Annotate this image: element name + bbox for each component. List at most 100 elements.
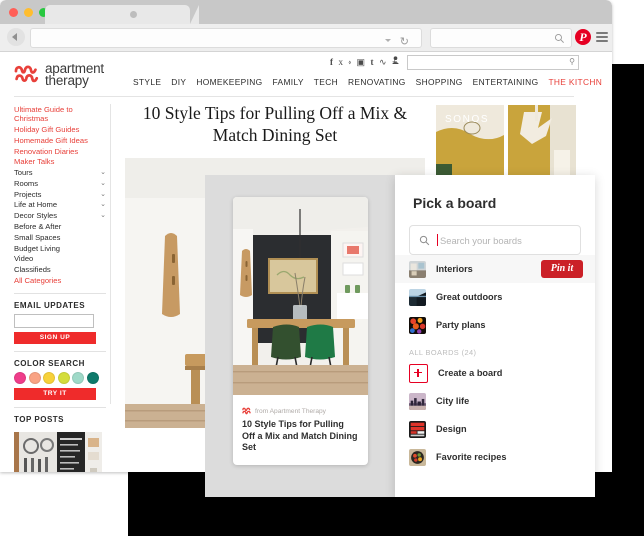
browser-tab[interactable] bbox=[45, 5, 199, 24]
sidebar-divider-1 bbox=[14, 293, 106, 295]
nav-item-family[interactable]: FAMILY bbox=[273, 77, 304, 87]
url-input[interactable]: ↻ bbox=[30, 28, 422, 48]
board-name: Create a board bbox=[438, 368, 503, 378]
color-swatch[interactable] bbox=[72, 372, 84, 385]
sidebar-item-classifieds[interactable]: Classifieds bbox=[14, 265, 106, 276]
board-search-input[interactable]: Search your boards bbox=[409, 225, 581, 255]
nav-item-style[interactable]: STYLE bbox=[133, 77, 161, 87]
color-swatch[interactable] bbox=[86, 372, 99, 385]
site-header: apartment therapy f x ⬫ ▣ t ∿ + ⚲ STYLE … bbox=[0, 52, 612, 97]
pin-preview-card[interactable]: from Apartment Therapy 10 Style Tips for… bbox=[233, 197, 368, 465]
nav-item-homekeeping[interactable]: HOMEKEEPING bbox=[196, 77, 262, 87]
sidebar-item-holiday-gift-guides[interactable]: Holiday Gift Guides bbox=[14, 124, 106, 135]
sidebar-item-label: Budget Living bbox=[14, 243, 61, 253]
sidebar-item-label: Before & After bbox=[14, 222, 62, 231]
instagram-icon[interactable]: ▣ bbox=[357, 57, 366, 67]
facebook-icon[interactable]: f bbox=[330, 57, 333, 67]
sidebar-item-renovation-diaries[interactable]: Renovation Diaries bbox=[14, 146, 106, 157]
search-icon bbox=[554, 33, 564, 43]
chevron-down-icon: ⌄ bbox=[100, 169, 106, 177]
sidebar-item-homemade-gift-ideas[interactable]: Homemade Gift Ideas bbox=[14, 135, 106, 146]
color-search-heading: COLOR SEARCH bbox=[14, 359, 85, 369]
board-thumbnail-favorite-recipes bbox=[409, 448, 426, 466]
top-post-thumbnail[interactable] bbox=[14, 432, 102, 472]
sidebar-item-label: Maker Talks bbox=[14, 157, 55, 167]
email-field[interactable] bbox=[14, 314, 94, 329]
reload-icon[interactable]: ↻ bbox=[400, 34, 409, 50]
color-swatch-row[interactable] bbox=[14, 372, 106, 385]
background-shadow-bottom bbox=[128, 497, 644, 536]
board-row-design[interactable]: Design bbox=[395, 415, 595, 443]
sidebar-item-label: Classifieds bbox=[14, 265, 51, 275]
top-posts-heading: TOP POSTS bbox=[14, 415, 64, 425]
sidebar-item-label: Holiday Gift Guides bbox=[14, 124, 80, 134]
back-arrow-icon[interactable] bbox=[7, 28, 25, 46]
nav-item-renovating[interactable]: RENOVATING bbox=[348, 77, 406, 87]
board-thumbnail-interiors bbox=[409, 260, 426, 278]
color-swatch[interactable] bbox=[28, 372, 41, 385]
tumblr-icon[interactable]: t bbox=[371, 57, 374, 67]
sidebar-item-projects[interactable]: ⌄ Projects bbox=[14, 189, 106, 200]
color-swatch[interactable] bbox=[14, 372, 26, 385]
sidebar-item-tours[interactable]: ⌄ Tours bbox=[14, 168, 106, 179]
board-row-great-outdoors[interactable]: Great outdoors bbox=[395, 283, 595, 311]
sidebar-divider-3 bbox=[14, 407, 106, 409]
board-search-placeholder: Search your boards bbox=[440, 234, 522, 246]
twitter-icon[interactable]: ⬫ bbox=[349, 57, 352, 67]
apartment-therapy-logo[interactable]: apartment therapy bbox=[14, 62, 104, 88]
rss-icon[interactable]: ∿ bbox=[379, 57, 387, 67]
pin-source-label: from Apartment Therapy bbox=[255, 407, 326, 415]
sidebar-item-rooms[interactable]: ⌄ Rooms bbox=[14, 178, 106, 189]
minimize-window-button[interactable] bbox=[24, 8, 33, 17]
tryit-button[interactable]: TRY IT bbox=[14, 388, 96, 401]
color-swatch[interactable] bbox=[57, 372, 70, 385]
board-row-interiors[interactable]: Interiors Pin it bbox=[395, 255, 595, 283]
article-headline: 10 Style Tips for Pulling Off a Mix & Ma… bbox=[142, 103, 408, 145]
board-name: Design bbox=[436, 424, 467, 434]
pinterest-button-label: P bbox=[579, 30, 587, 44]
signup-button[interactable]: SIGN UP bbox=[14, 332, 96, 345]
nav-item-tech[interactable]: TECH bbox=[314, 77, 338, 87]
chevron-down-icon[interactable] bbox=[385, 39, 391, 42]
board-name: Interiors bbox=[436, 264, 473, 274]
nav-item-diy[interactable]: DIY bbox=[171, 77, 186, 87]
board-name: City life bbox=[436, 396, 470, 406]
color-swatch[interactable] bbox=[43, 372, 55, 385]
pin-it-button[interactable]: Pin it bbox=[541, 260, 583, 278]
sidebar-item-all-categories[interactable]: All Categories bbox=[14, 275, 106, 286]
sidebar-item-budget-living[interactable]: Budget Living bbox=[14, 243, 106, 254]
board-row-city-life[interactable]: City life bbox=[395, 387, 595, 415]
board-row-create-a-board[interactable]: Create a board bbox=[395, 359, 595, 387]
nav-item-shopping[interactable]: SHOPPING bbox=[416, 77, 463, 87]
user-account-icon[interactable] bbox=[392, 56, 399, 65]
hamburger-menu-icon[interactable] bbox=[596, 32, 608, 45]
sidebar-item-small-spaces[interactable]: Small Spaces bbox=[14, 232, 106, 243]
pinterest-browser-button[interactable]: P bbox=[575, 29, 591, 45]
chevron-down-icon: ⌄ bbox=[100, 179, 106, 187]
window-controls[interactable] bbox=[9, 8, 48, 17]
close-window-button[interactable] bbox=[9, 8, 18, 17]
board-name: Great outdoors bbox=[436, 292, 503, 302]
nav-item-the-kitchn[interactable]: THE KITCHN bbox=[548, 77, 602, 87]
sidebar-item-maker-talks[interactable]: Maker Talks bbox=[14, 157, 106, 168]
sidebar-item-video[interactable]: Video bbox=[14, 254, 106, 265]
sidebar-item-decor-styles[interactable]: ⌄ Decor Styles bbox=[14, 211, 106, 222]
browser-search-input[interactable] bbox=[430, 28, 572, 48]
chevron-down-icon: ⌄ bbox=[100, 212, 106, 220]
board-row-favorite-recipes[interactable]: Favorite recipes bbox=[395, 443, 595, 471]
social-links[interactable]: f x ⬫ ▣ t ∿ + bbox=[330, 57, 397, 67]
board-row-party-plans[interactable]: Party plans bbox=[395, 311, 595, 339]
pinterest-icon[interactable]: x bbox=[339, 57, 344, 67]
nav-item-entertaining[interactable]: ENTERTAINING bbox=[473, 77, 539, 87]
board-name: Party plans bbox=[436, 320, 486, 330]
pin-source-row: from Apartment Therapy bbox=[242, 407, 359, 415]
browser-toolbar: ↻ P bbox=[0, 24, 612, 52]
search-icon: ⚲ bbox=[569, 57, 575, 66]
sidebar-item-life-at-home[interactable]: ⌄ Life at Home bbox=[14, 200, 106, 211]
site-search-input[interactable]: ⚲ bbox=[407, 55, 579, 70]
sidebar: Ultimate Guide to Christmas Holiday Gift… bbox=[14, 104, 106, 472]
sidebar-item-ultimate-guide[interactable]: Ultimate Guide to Christmas bbox=[14, 104, 106, 124]
sidebar-item-before-after[interactable]: Before & After bbox=[14, 221, 106, 232]
main-navigation[interactable]: STYLE DIY HOMEKEEPING FAMILY TECH RENOVA… bbox=[133, 77, 602, 87]
sonos-advertisement[interactable]: SONOS bbox=[432, 102, 580, 182]
